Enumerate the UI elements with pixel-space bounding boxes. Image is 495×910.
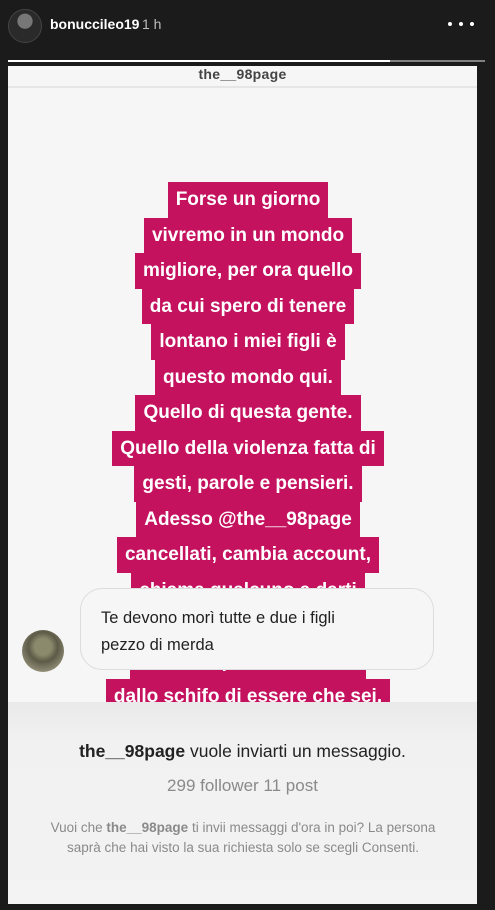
story-progress-bar bbox=[8, 60, 485, 62]
quote-line: Quello della violenza fatta di bbox=[112, 430, 384, 466]
message-text-line: pezzo di merda bbox=[101, 636, 214, 654]
more-horizontal-icon[interactable] bbox=[448, 14, 474, 34]
request-stats: 299 follower 11 post bbox=[167, 776, 318, 795]
avatar[interactable] bbox=[8, 9, 42, 43]
message-bubble: Te devono morì tutte e due i figli pezzo… bbox=[80, 588, 434, 670]
request-description: Vuoi che the__98page ti invii messaggi d… bbox=[38, 818, 448, 858]
request-desc-username: the__98page bbox=[106, 820, 189, 835]
request-title-text: vuole inviarti un messaggio. bbox=[185, 741, 406, 761]
screenshot-header-username: the__98page bbox=[198, 66, 287, 82]
message-request-panel bbox=[8, 702, 477, 904]
quote-line: Forse un giorno bbox=[167, 182, 329, 218]
quote-line: cancellati, cambia account, bbox=[116, 537, 380, 573]
divider bbox=[8, 86, 477, 88]
request-desc-part: Vuoi che bbox=[50, 820, 107, 835]
message-sender-avatar bbox=[22, 630, 64, 672]
story-image: the__98page Forse un giorno vivremo in un… bbox=[8, 66, 477, 904]
quote-line: questo mondo qui. bbox=[155, 359, 341, 395]
request-username: the__98page bbox=[79, 741, 186, 761]
quote-line: gesti, parole e pensieri. bbox=[134, 466, 362, 502]
quote-line: da cui spero di tenere bbox=[141, 288, 355, 324]
quote-line: Adesso @the__98page bbox=[136, 501, 360, 537]
story-progress-fill bbox=[8, 60, 390, 62]
story-header: bonuccileo19 1 h bbox=[0, 0, 495, 56]
story-time: 1 h bbox=[142, 16, 162, 32]
quote-line: migliore, per ora quello bbox=[134, 253, 362, 289]
request-title: the__98page vuole inviarti un messaggio. bbox=[8, 741, 477, 762]
story-username[interactable]: bonuccileo19 bbox=[50, 16, 139, 32]
quote-line: lontano i miei figli è bbox=[151, 324, 345, 360]
quote-line: Quello di questa gente. bbox=[135, 395, 361, 431]
quote-line: vivremo in un mondo bbox=[143, 217, 353, 253]
message-text-line: Te devono morì tutte e due i figli bbox=[101, 609, 335, 627]
